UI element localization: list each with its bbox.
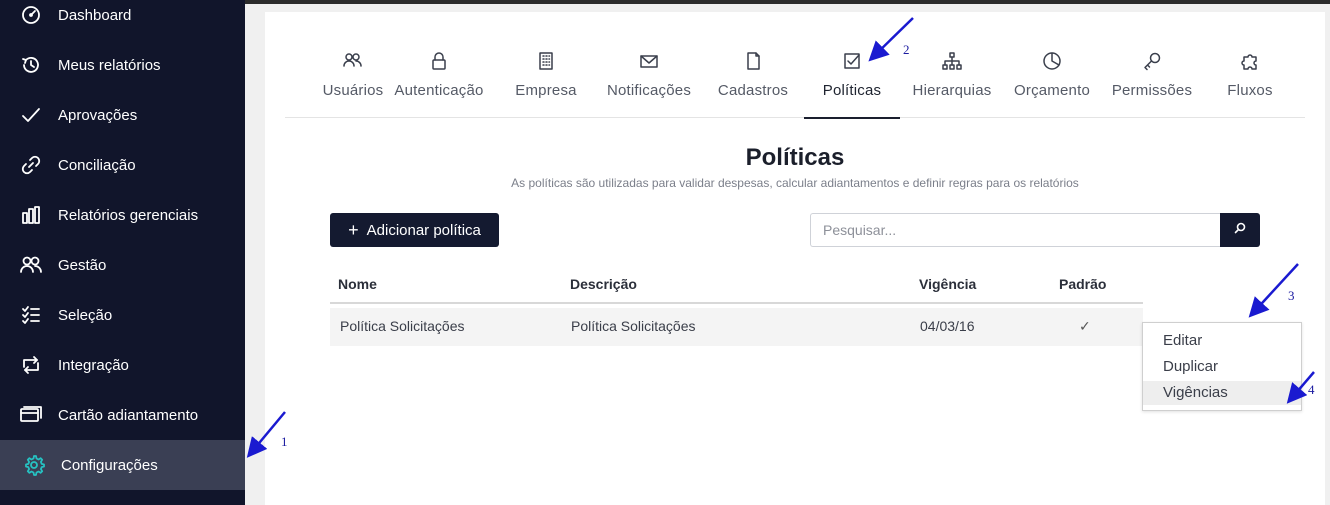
tab-label: Cadastros	[717, 82, 789, 99]
link-icon	[20, 154, 42, 176]
puzzle-icon	[1240, 51, 1260, 75]
tab-hierarquias[interactable]: Hierarquias	[907, 48, 997, 118]
sidebar-item-selecao[interactable]: Seleção	[0, 290, 245, 340]
sidebar-item-label: Relatórios gerenciais	[58, 206, 199, 224]
tab-label: Notificações	[606, 82, 692, 99]
envelope-icon	[639, 53, 659, 73]
tab-fluxos[interactable]: Fluxos	[1215, 48, 1285, 118]
gear-icon	[23, 454, 45, 476]
top-strip	[245, 0, 1330, 4]
sidebar-item-configuracoes[interactable]: Configurações	[0, 440, 245, 490]
tab-cadastros[interactable]: Cadastros	[713, 48, 793, 118]
page-title: Políticas	[745, 144, 845, 171]
card-icon	[20, 404, 42, 426]
default-check-icon: ✓	[1079, 318, 1091, 334]
sidebar: Dashboard Meus relatórios Aprovações Con…	[0, 0, 245, 505]
org-chart-icon	[942, 52, 962, 74]
search-icon	[1233, 221, 1247, 240]
column-header-nome: Nome	[338, 276, 377, 292]
key-icon	[1142, 51, 1162, 75]
dashboard-icon	[20, 4, 42, 26]
column-header-descricao: Descrição	[570, 276, 637, 292]
sidebar-item-label: Aprovações	[58, 106, 138, 124]
tab-orcamento[interactable]: Orçamento	[1007, 48, 1097, 118]
tab-empresa[interactable]: Empresa	[511, 48, 581, 118]
tab-bar: Usuários Autenticação Empresa Notificaçõ…	[285, 48, 1305, 119]
cell-descricao: Política Solicitações	[571, 318, 696, 334]
sidebar-item-label: Dashboard	[58, 6, 132, 24]
tab-label: Autenticação	[394, 82, 484, 99]
sync-icon	[20, 354, 42, 376]
annotation-number-4: 4	[1308, 382, 1315, 397]
annotation-number-1: 1	[281, 434, 288, 449]
add-policy-button[interactable]: + Adicionar política	[330, 213, 499, 247]
table-row[interactable]: Política Solicitações Política Solicitaç…	[330, 308, 1143, 346]
sidebar-item-label: Gestão	[58, 256, 107, 274]
sidebar-item-integracao[interactable]: Integração	[0, 340, 245, 390]
menu-item-vigencias[interactable]: Vigências	[1143, 381, 1301, 405]
cell-vigencia: 04/03/16	[920, 318, 975, 334]
checkbox-icon	[843, 52, 861, 74]
plus-icon: +	[348, 220, 359, 240]
annotation-number-2: 2	[903, 42, 910, 57]
add-policy-label: Adicionar política	[366, 221, 481, 239]
table-header: Nome Descrição Vigência Padrão	[330, 270, 1143, 304]
cell-nome: Política Solicitações	[340, 318, 465, 334]
bar-chart-icon	[20, 204, 42, 226]
sidebar-item-label: Configurações	[61, 456, 158, 474]
sidebar-item-meus-relatorios[interactable]: Meus relatórios	[0, 40, 245, 90]
sidebar-item-label: Cartão adiantamento	[58, 406, 199, 424]
sidebar-item-gestao[interactable]: Gestão	[0, 240, 245, 290]
users-icon	[20, 254, 42, 276]
sidebar-item-label: Integração	[58, 356, 129, 374]
users-icon	[342, 52, 364, 74]
document-icon	[744, 51, 762, 75]
tab-label: Políticas	[822, 82, 882, 99]
page-subtitle: As políticas são utilizadas para validar…	[511, 176, 1079, 190]
column-header-padrao: Padrão	[1059, 276, 1107, 292]
building-icon	[537, 51, 555, 75]
search-input[interactable]	[810, 213, 1221, 247]
tab-label: Permissões	[1111, 82, 1193, 99]
lock-icon	[430, 51, 448, 75]
row-actions-menu: Editar Duplicar Vigências	[1142, 322, 1302, 411]
main-panel: Usuários Autenticação Empresa Notificaçõ…	[265, 12, 1325, 505]
menu-item-editar[interactable]: Editar	[1143, 329, 1301, 353]
column-header-vigencia: Vigência	[919, 276, 977, 292]
tab-label: Orçamento	[1014, 82, 1090, 99]
annotation-number-3: 3	[1288, 288, 1295, 303]
checkmark-icon	[20, 104, 42, 126]
sidebar-item-conciliacao[interactable]: Conciliação	[0, 140, 245, 190]
sidebar-item-dashboard[interactable]: Dashboard	[0, 0, 245, 40]
checklist-icon	[20, 304, 42, 326]
sidebar-item-aprovacoes[interactable]: Aprovações	[0, 90, 245, 140]
history-icon	[20, 54, 42, 76]
sidebar-item-relatorios-gerenciais[interactable]: Relatórios gerenciais	[0, 190, 245, 240]
sidebar-item-label: Seleção	[58, 306, 113, 324]
tab-autenticacao[interactable]: Autenticação	[389, 48, 489, 118]
search-button[interactable]	[1220, 213, 1260, 247]
pie-chart-icon	[1042, 51, 1062, 75]
tab-politicas[interactable]: Políticas	[804, 48, 900, 119]
tab-label: Empresa	[515, 82, 577, 99]
sidebar-item-label: Meus relatórios	[58, 56, 161, 74]
menu-item-duplicar[interactable]: Duplicar	[1143, 355, 1301, 379]
tab-label: Fluxos	[1227, 82, 1273, 99]
tab-notificacoes[interactable]: Notificações	[601, 48, 697, 118]
sidebar-item-cartao-adiantamento[interactable]: Cartão adiantamento	[0, 390, 245, 440]
tab-label: Hierarquias	[912, 82, 992, 99]
tab-permissoes[interactable]: Permissões	[1107, 48, 1197, 118]
sidebar-item-label: Conciliação	[58, 156, 136, 174]
